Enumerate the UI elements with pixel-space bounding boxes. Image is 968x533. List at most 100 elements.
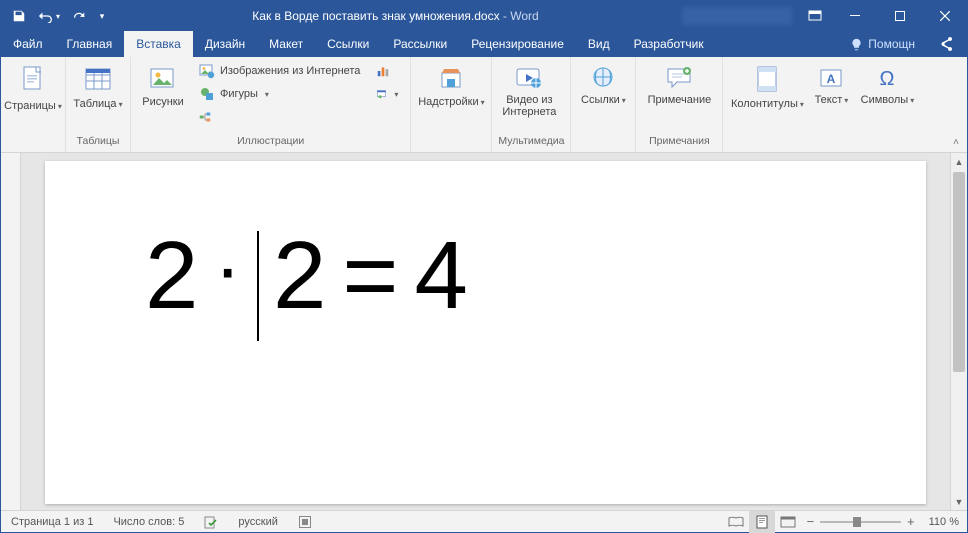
textbox-icon: A xyxy=(818,65,844,91)
vertical-scrollbar[interactable]: ▲ ▼ xyxy=(950,153,967,510)
zoom-slider[interactable]: − + xyxy=(801,511,921,533)
addins-button[interactable]: Надстройки▾ xyxy=(417,60,485,110)
close-button[interactable] xyxy=(922,1,967,31)
pictures-button[interactable]: Рисунки xyxy=(137,60,189,109)
scroll-up-button[interactable]: ▲ xyxy=(951,153,967,170)
header-footer-button[interactable]: Колонтитулы▾ xyxy=(729,60,805,112)
online-video-button[interactable]: Видео из Интернета xyxy=(498,60,560,119)
group-label-links xyxy=(577,135,629,152)
group-illustrations: Рисунки Изображения из Интернета Фигуры▾ xyxy=(131,57,411,152)
qat-customize-button[interactable]: ▾ xyxy=(95,2,109,30)
document-name: Как в Ворде поставить знак умножения.doc… xyxy=(252,9,499,23)
ribbon-display-options-button[interactable] xyxy=(798,1,832,31)
eq-operand-b: 2 xyxy=(273,221,328,331)
macro-icon xyxy=(298,515,312,529)
group-label-pages xyxy=(7,135,59,152)
pages-label: Страницы xyxy=(4,100,56,112)
view-web-button[interactable] xyxy=(775,511,801,533)
tab-review[interactable]: Рецензирование xyxy=(459,31,576,57)
zoom-out-button[interactable]: − xyxy=(807,514,815,529)
maximize-icon xyxy=(895,11,905,21)
collapse-ribbon-button[interactable]: ˄ xyxy=(949,135,963,150)
comment-button[interactable]: Примечание xyxy=(642,60,716,107)
group-label-addins xyxy=(417,135,485,152)
share-icon xyxy=(938,36,954,52)
group-label-comments: Примечания xyxy=(642,135,716,152)
ribbon-options-icon xyxy=(808,10,822,22)
scroll-down-button[interactable]: ▼ xyxy=(951,493,967,510)
status-language[interactable]: русский xyxy=(228,511,287,532)
scroll-thumb[interactable] xyxy=(953,172,965,372)
document-viewport[interactable]: 2 · 2 = 4 xyxy=(21,153,950,510)
text-button[interactable]: A Текст▾ xyxy=(809,60,853,108)
window-controls xyxy=(832,1,967,31)
lightbulb-icon xyxy=(850,38,863,51)
ribbon: Страницы▾ Таблица▾ Таблицы Рисунки xyxy=(1,57,967,153)
account-name[interactable] xyxy=(682,7,792,25)
zoom-thumb[interactable] xyxy=(853,517,861,527)
status-macro[interactable] xyxy=(288,511,322,532)
smartart-icon xyxy=(199,109,211,125)
svg-text:A: A xyxy=(827,72,836,86)
view-read-button[interactable] xyxy=(723,511,749,533)
tab-layout[interactable]: Макет xyxy=(257,31,315,57)
tab-insert[interactable]: Вставка xyxy=(124,31,193,57)
symbols-label: Символы xyxy=(861,94,909,106)
page-icon xyxy=(19,65,47,97)
maximize-button[interactable] xyxy=(877,1,922,31)
tab-home[interactable]: Главная xyxy=(55,31,125,57)
pictures-label: Рисунки xyxy=(142,96,184,108)
zoom-in-button[interactable]: + xyxy=(907,514,915,529)
status-wordcount[interactable]: Число слов: 5 xyxy=(103,511,194,532)
redo-button[interactable] xyxy=(65,2,93,30)
status-page[interactable]: Страница 1 из 1 xyxy=(1,511,103,532)
pictures-icon xyxy=(148,65,178,93)
smartart-button[interactable] xyxy=(193,106,217,128)
pages-button[interactable]: Страницы▾ xyxy=(7,60,59,114)
minimize-button[interactable] xyxy=(832,1,877,31)
online-video-label: Видео из Интернета xyxy=(499,94,559,118)
share-button[interactable] xyxy=(925,31,967,57)
tab-developer[interactable]: Разработчик xyxy=(622,31,716,57)
tab-file[interactable]: Файл xyxy=(1,31,55,57)
scroll-track[interactable] xyxy=(951,170,967,493)
view-print-button[interactable] xyxy=(749,511,775,533)
table-button[interactable]: Таблица▾ xyxy=(72,60,124,112)
window-title: Как в Ворде поставить знак умножения.doc… xyxy=(109,9,682,23)
ribbon-tabs: Файл Главная Вставка Дизайн Макет Ссылки… xyxy=(1,31,967,57)
online-pictures-button[interactable]: Изображения из Интернета xyxy=(193,60,366,82)
group-pages: Страницы▾ xyxy=(1,57,66,152)
save-icon xyxy=(12,9,26,23)
eq-operand-a: 2 xyxy=(145,221,200,331)
eq-equals: = xyxy=(342,221,400,331)
statusbar: Страница 1 из 1 Число слов: 5 русский − … xyxy=(1,510,967,532)
tab-mailings[interactable]: Рассылки xyxy=(381,31,459,57)
proofing-icon xyxy=(204,515,218,529)
tab-references[interactable]: Ссылки xyxy=(315,31,381,57)
status-proofing[interactable] xyxy=(194,511,228,532)
page[interactable]: 2 · 2 = 4 xyxy=(45,161,926,504)
save-button[interactable] xyxy=(5,2,33,30)
vertical-ruler[interactable] xyxy=(1,153,21,510)
undo-button[interactable]: ▾ xyxy=(35,2,63,30)
svg-text:Ω: Ω xyxy=(880,68,895,90)
omega-icon: Ω xyxy=(874,65,900,91)
tell-me-search[interactable]: Помощн xyxy=(840,31,925,57)
chart-button[interactable] xyxy=(370,60,396,82)
tab-design[interactable]: Дизайн xyxy=(193,31,257,57)
zoom-level[interactable]: 110 % xyxy=(921,516,967,528)
symbols-button[interactable]: Ω Символы▾ xyxy=(857,60,917,108)
zoom-track[interactable] xyxy=(820,521,901,523)
screenshot-button[interactable]: ▾ xyxy=(370,83,404,105)
links-button[interactable]: Ссылки▾ xyxy=(577,60,629,108)
minimize-icon xyxy=(850,11,860,21)
group-addins: Надстройки▾ xyxy=(411,57,492,152)
document-text[interactable]: 2 · 2 = 4 xyxy=(145,221,826,331)
group-label-media: Мультимедиа xyxy=(498,135,564,152)
table-icon xyxy=(83,65,113,95)
group-links: Ссылки▾ xyxy=(571,57,636,152)
document-area: 2 · 2 = 4 ▲ ▼ xyxy=(1,153,967,510)
shapes-button[interactable]: Фигуры▾ xyxy=(193,83,366,105)
tab-view[interactable]: Вид xyxy=(576,31,622,57)
group-label-hf xyxy=(729,135,917,152)
